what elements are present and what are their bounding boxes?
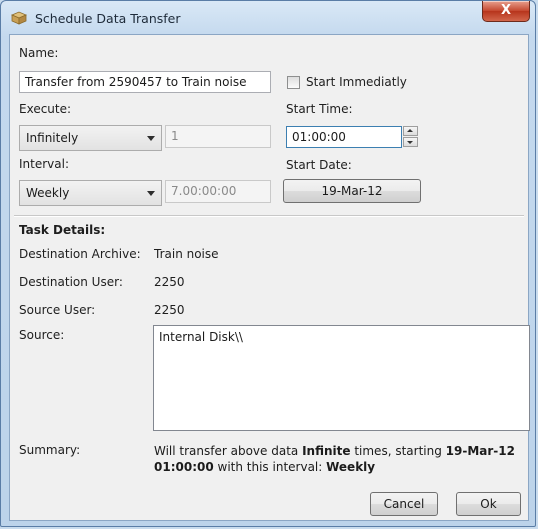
source-user-value: 2250 — [154, 303, 185, 317]
source-text: Internal Disk\\ — [159, 330, 243, 344]
spin-up-icon[interactable] — [403, 126, 418, 136]
task-details-heading: Task Details: — [19, 223, 106, 237]
close-button[interactable]: X — [482, 1, 530, 22]
name-label: Name: — [19, 46, 59, 60]
chevron-down-icon — [147, 191, 155, 196]
destination-user-value: 2250 — [154, 275, 185, 289]
start-immediately-checkbox[interactable] — [287, 76, 300, 89]
dialog-content: Name: Transfer from 2590457 to Train noi… — [9, 34, 530, 521]
source-user-label: Source User: — [19, 303, 96, 317]
execute-label: Execute: — [19, 102, 72, 116]
execute-count-input[interactable]: 1 — [165, 125, 271, 148]
ok-button[interactable]: Ok — [456, 492, 521, 516]
close-icon: X — [500, 3, 512, 18]
interval-label: Interval: — [19, 157, 69, 171]
cancel-button[interactable]: Cancel — [370, 492, 438, 516]
execute-dropdown[interactable]: Infinitely — [19, 125, 162, 151]
interval-dropdown[interactable]: Weekly — [19, 180, 162, 206]
box-icon — [11, 11, 27, 25]
start-date-label: Start Date: — [286, 158, 352, 172]
summary-label: Summary: — [19, 443, 81, 457]
destination-archive-label: Destination Archive: — [19, 247, 141, 261]
title-bar[interactable]: Schedule Data Transfer X — [1, 1, 535, 35]
interval-value-input[interactable]: 7.00:00:00 — [165, 180, 271, 203]
start-time-label: Start Time: — [286, 102, 353, 116]
summary-part2: times, starting — [350, 444, 446, 458]
separator — [14, 215, 524, 217]
summary-time: 01:00:00 — [154, 460, 214, 474]
summary-text: Will transfer above data Infinite times,… — [154, 443, 526, 475]
spin-down-icon[interactable] — [403, 137, 418, 147]
summary-part1: Will transfer above data — [154, 444, 303, 458]
start-immediately-label[interactable]: Start Immediatly — [306, 75, 407, 89]
chevron-down-icon — [147, 136, 155, 141]
window-title: Schedule Data Transfer — [35, 11, 181, 26]
dialog-window: Schedule Data Transfer X Name: Transfer … — [0, 0, 536, 527]
summary-part3: with this interval: — [213, 460, 327, 474]
start-date-button[interactable]: 19-Mar-12 — [283, 179, 421, 203]
summary-times: Infinite — [302, 444, 351, 458]
destination-user-label: Destination User: — [19, 275, 123, 289]
interval-selected: Weekly — [26, 186, 70, 200]
source-textarea[interactable]: Internal Disk\\ — [153, 325, 530, 431]
source-label: Source: — [19, 328, 65, 342]
destination-archive-value: Train noise — [154, 247, 219, 261]
name-input[interactable]: Transfer from 2590457 to Train noise — [19, 71, 271, 93]
summary-interval: Weekly — [326, 460, 376, 474]
summary-date: 19-Mar-12 — [445, 444, 515, 458]
execute-selected: Infinitely — [26, 131, 79, 145]
start-time-input[interactable]: 01:00:00 — [286, 126, 402, 148]
